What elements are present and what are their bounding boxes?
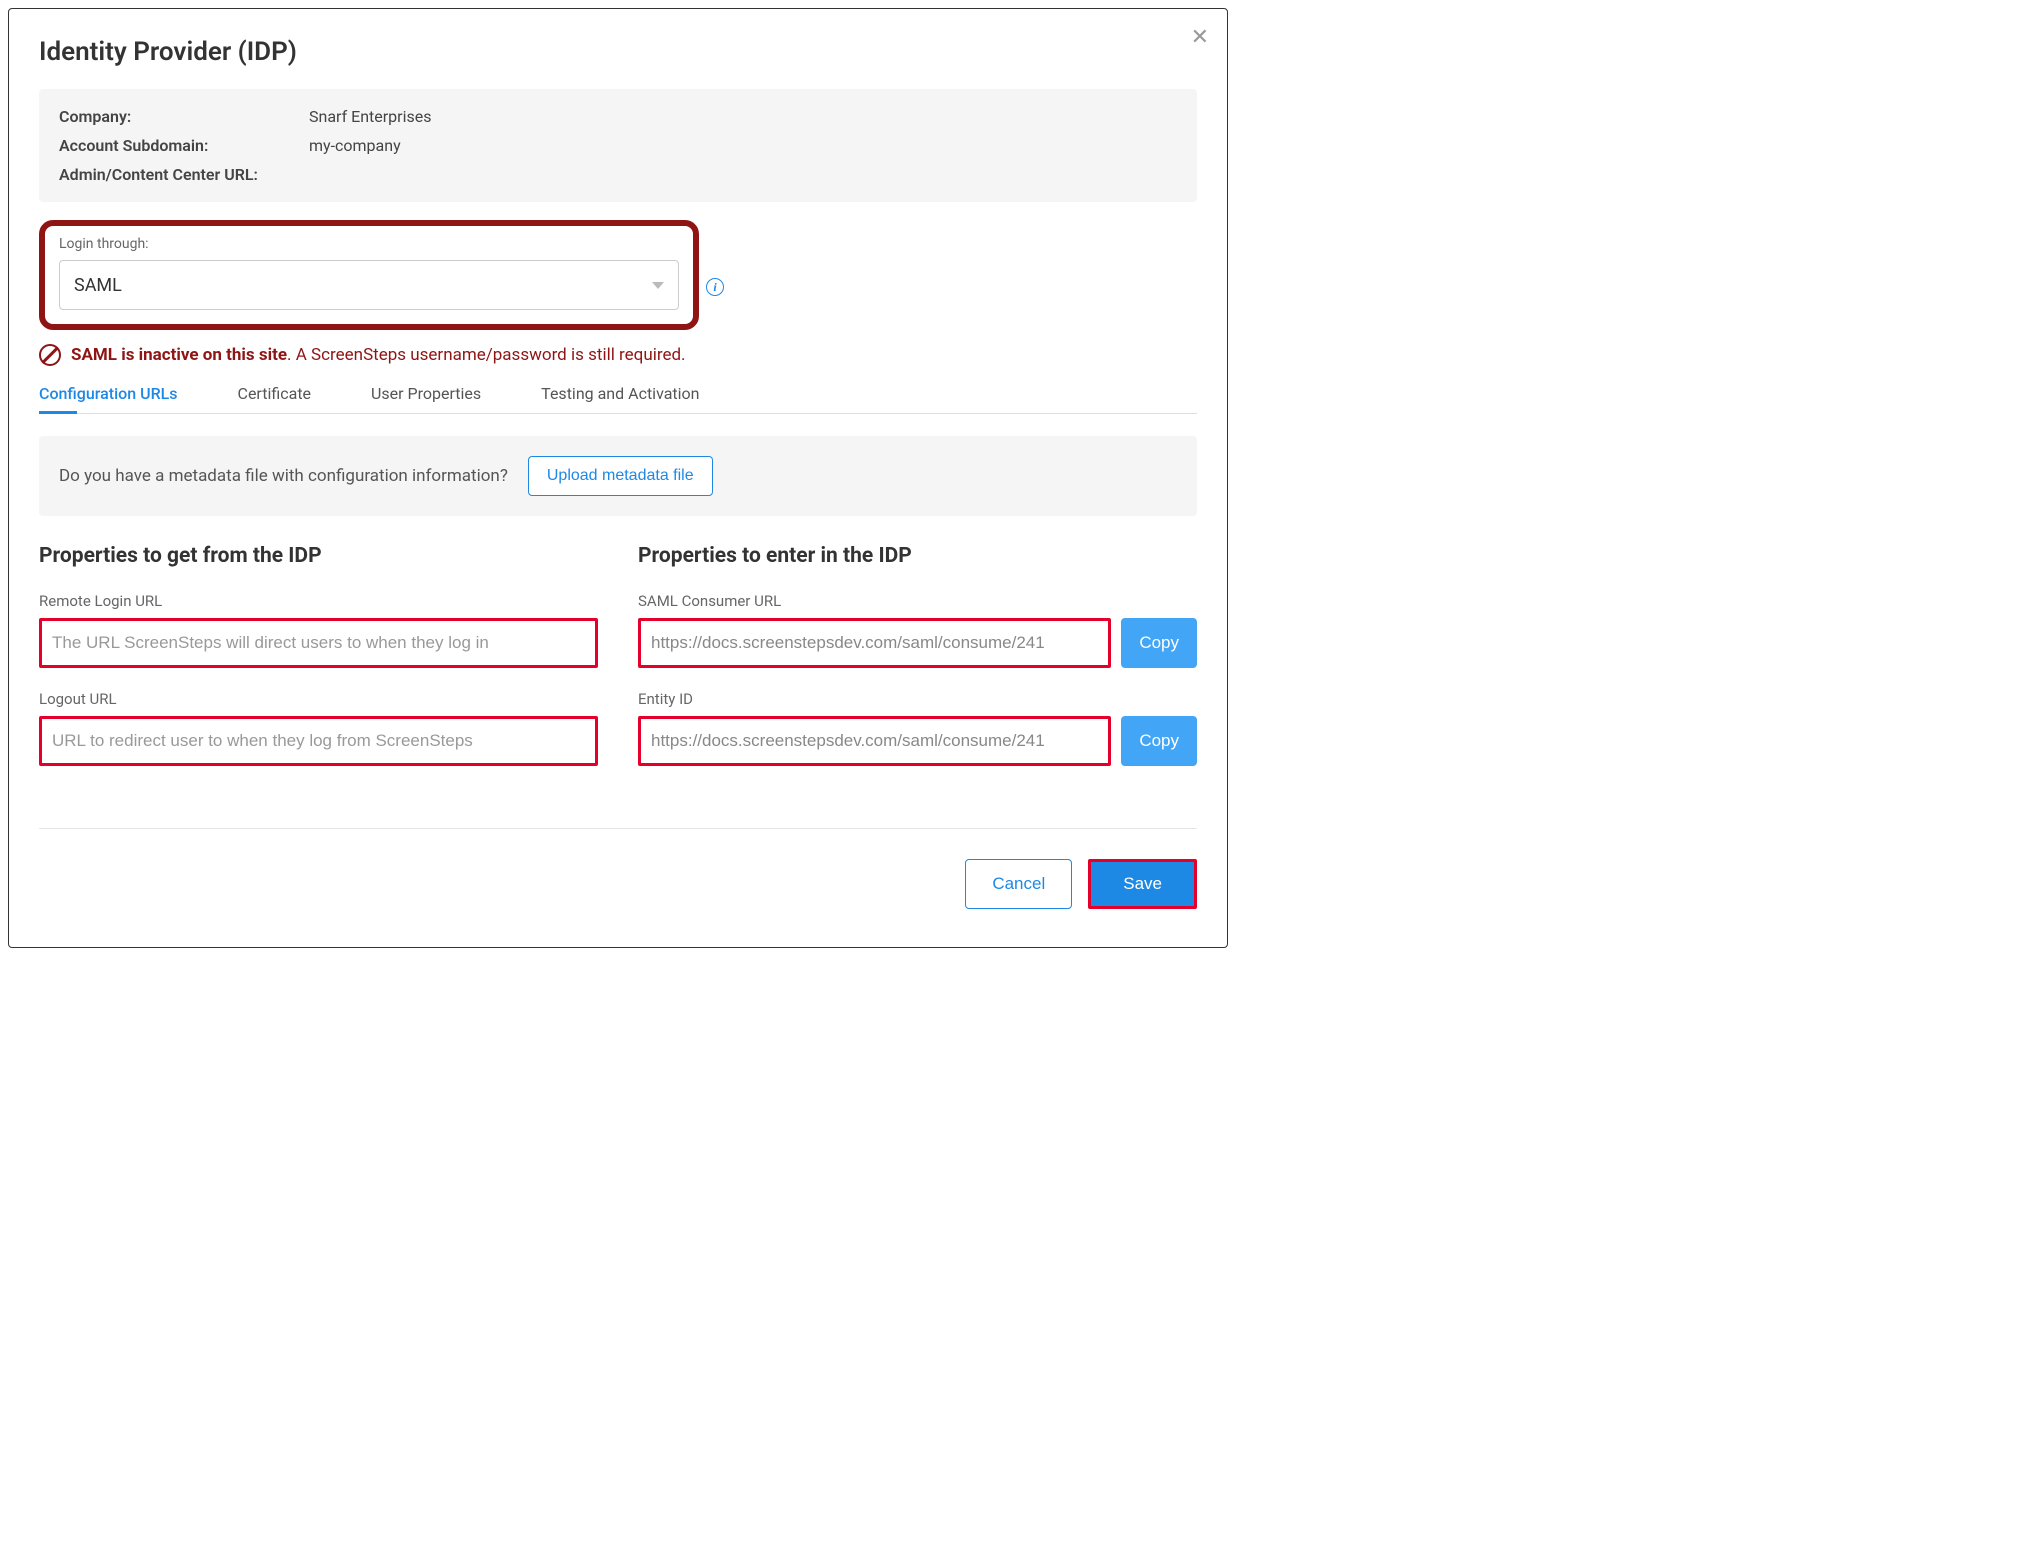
left-heading: Properties to get from the IDP <box>39 544 598 568</box>
remote-login-label: Remote Login URL <box>39 592 598 610</box>
login-through-label: Login through: <box>59 236 679 252</box>
consumer-url-input[interactable] <box>638 618 1111 668</box>
ban-icon <box>39 344 61 366</box>
tab-configuration-urls[interactable]: Configuration URLs <box>39 384 178 413</box>
chevron-down-icon <box>652 282 664 289</box>
logout-url-input[interactable] <box>39 716 598 766</box>
tabs: Configuration URLs Certificate User Prop… <box>39 384 1197 414</box>
adminurl-label: Admin/Content Center URL: <box>59 165 309 184</box>
save-button-highlight: Save <box>1088 859 1197 909</box>
save-button[interactable]: Save <box>1091 862 1194 906</box>
logout-url-label: Logout URL <box>39 690 598 708</box>
left-column: Properties to get from the IDP Remote Lo… <box>39 544 598 788</box>
divider <box>39 828 1197 829</box>
metadata-question: Do you have a metadata file with configu… <box>59 466 508 486</box>
subdomain-value: my-company <box>309 136 401 155</box>
subdomain-label: Account Subdomain: <box>59 136 309 155</box>
copy-entity-button[interactable]: Copy <box>1121 716 1197 766</box>
login-through-highlight: Login through: SAML i <box>39 220 699 330</box>
copy-consumer-button[interactable]: Copy <box>1121 618 1197 668</box>
metadata-upload-box: Do you have a metadata file with configu… <box>39 436 1197 516</box>
tab-testing-activation[interactable]: Testing and Activation <box>541 384 699 413</box>
tab-certificate[interactable]: Certificate <box>238 384 312 413</box>
saml-inactive-alert: SAML is inactive on this site. A ScreenS… <box>39 344 1197 366</box>
consumer-url-label: SAML Consumer URL <box>638 592 1197 610</box>
tab-user-properties[interactable]: User Properties <box>371 384 481 413</box>
login-through-select[interactable]: SAML <box>59 260 679 310</box>
right-heading: Properties to enter in the IDP <box>638 544 1197 568</box>
right-column: Properties to enter in the IDP SAML Cons… <box>638 544 1197 788</box>
remote-login-input[interactable] <box>39 618 598 668</box>
entity-id-label: Entity ID <box>638 690 1197 708</box>
entity-id-input[interactable] <box>638 716 1111 766</box>
upload-metadata-button[interactable]: Upload metadata file <box>528 456 713 496</box>
close-icon[interactable]: ✕ <box>1191 27 1209 49</box>
company-value: Snarf Enterprises <box>309 107 431 126</box>
company-label: Company: <box>59 107 309 126</box>
alert-rest: . A ScreenSteps username/password is sti… <box>287 345 686 365</box>
footer-buttons: Cancel Save <box>39 859 1197 909</box>
page-title: Identity Provider (IDP) <box>39 37 1197 67</box>
login-through-selected: SAML <box>74 275 122 296</box>
idp-modal: ✕ Identity Provider (IDP) Company: Snarf… <box>8 8 1228 948</box>
alert-strong: SAML is inactive on this site <box>71 345 287 365</box>
cancel-button[interactable]: Cancel <box>965 859 1072 909</box>
account-info-box: Company: Snarf Enterprises Account Subdo… <box>39 89 1197 202</box>
info-icon[interactable]: i <box>706 278 724 296</box>
